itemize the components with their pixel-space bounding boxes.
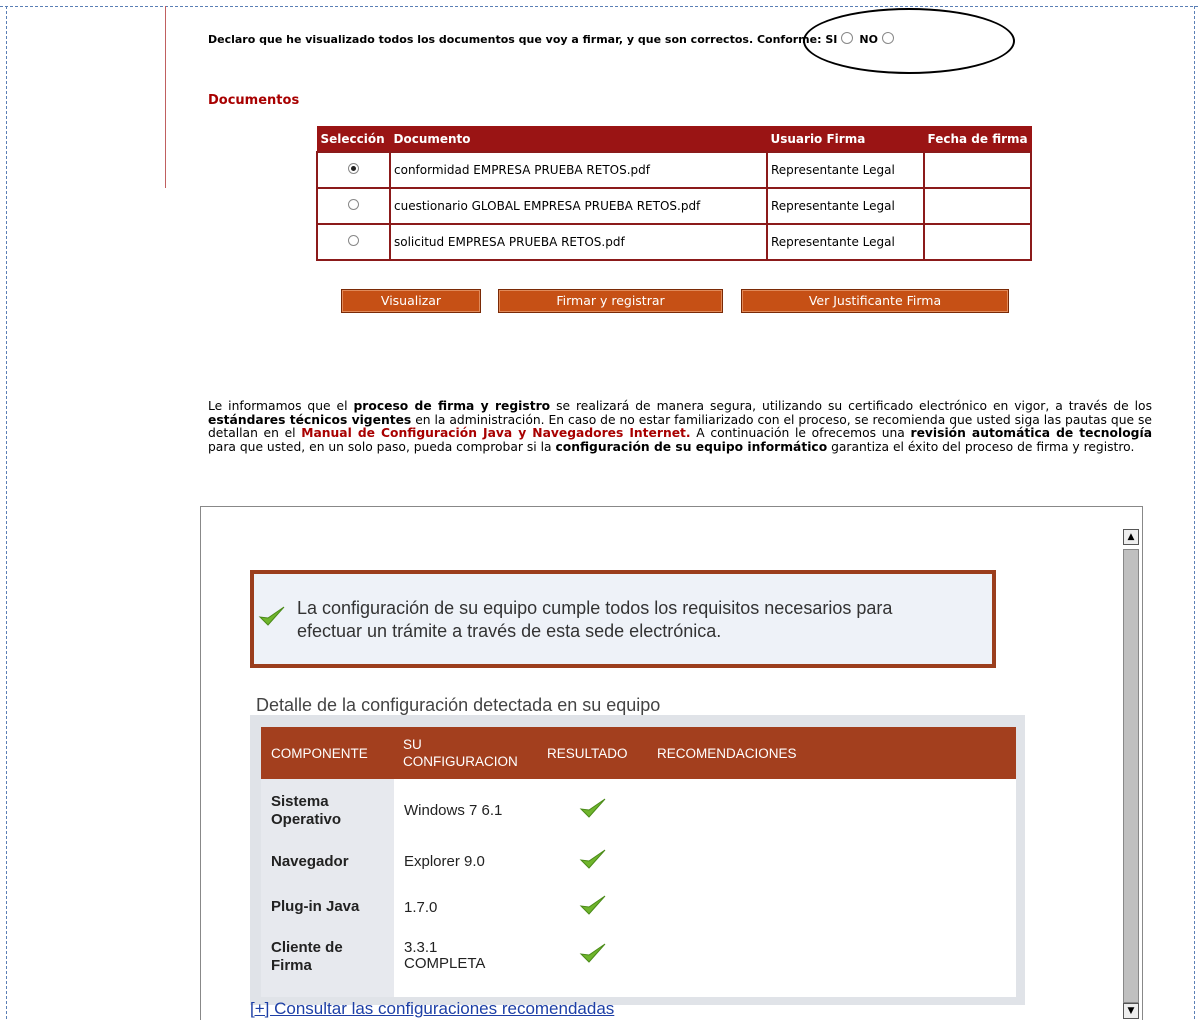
value-line: 3.3.1 [404,939,438,956]
scroll-down-button[interactable]: ▼ [1123,1003,1139,1019]
document-cell: conformidad EMPRESA PRUEBA RETOS.pdf [389,151,768,189]
success-box: La configuración de su equipo cumple tod… [250,570,996,668]
row-value-so: Windows 7 6.1 [404,802,503,819]
info-paragraph: Le informamos que el proceso de firma y … [208,399,1153,454]
col-recomendaciones: RECOMENDACIONES [657,746,797,761]
selection-radio[interactable] [348,199,359,210]
date-cell [922,151,1033,189]
table-row[interactable]: solicitud EMPRESA PRUEBA RETOS.pdf Repre… [316,223,1033,261]
user-cell: Representante Legal [766,223,925,261]
row-label-so: Sistema Operativo [271,793,341,829]
info-text: garantiza el éxito del proceso de firma … [827,439,1135,454]
label-line: Sistema [271,793,329,810]
info-text: se realizará de manera segura, utilizand… [550,399,1152,413]
col-config-line1: SU [403,737,422,752]
info-bold: configuración de su equipo informático [555,439,828,454]
user-cell: Representante Legal [766,187,925,225]
panel-scrollbar[interactable]: ▲ ▼ [1120,507,1142,1020]
table-header-row: Selección Documento Usuario Firma Fecha … [316,126,1032,153]
frame-right-border [1194,6,1195,1019]
date-cell [922,223,1033,261]
col-resultado: RESULTADO [547,746,628,761]
green-check-icon [579,798,606,818]
green-check-icon [258,606,285,626]
row-label-client: Cliente de Firma [271,939,343,975]
row-label-java: Plug-in Java [271,898,360,915]
info-bold: revisión automática de tecnología [910,426,1153,440]
firmar-registrar-button[interactable]: Firmar y registrar [498,289,723,313]
selection-radio[interactable] [348,235,359,246]
frame-top-border [0,6,1198,7]
success-line: La configuración de su equipo cumple tod… [297,598,893,618]
scroll-up-button[interactable]: ▲ [1123,529,1139,545]
info-bold: estándares técnicos vigentes [208,412,412,427]
date-cell [922,187,1033,225]
ver-justificante-button[interactable]: Ver Justificante Firma [741,289,1009,313]
table-row[interactable]: cuestionario GLOBAL EMPRESA PRUEBA RETOS… [316,187,1033,225]
divider-line [165,6,166,188]
declaration-text: Declaro que he visualizado todos los doc… [208,33,822,46]
selection-cell[interactable] [316,223,391,261]
highlight-ellipse [803,8,1015,74]
col-header: Fecha de firma [923,126,1032,153]
documents-table: Selección Documento Usuario Firma Fecha … [316,126,1033,261]
col-header: Usuario Firma [766,126,925,153]
visualizar-button[interactable]: Visualizar [341,289,481,313]
manual-link[interactable]: Manual de Configuración Java y Navegador… [301,426,690,440]
row-value-client: 3.3.1 COMPLETA [404,940,485,972]
col-componente: COMPONENTE [271,746,368,761]
consult-configs-link[interactable]: [+] Consultar las configuraciones recome… [250,999,614,1019]
green-check-icon [579,943,606,963]
green-check-icon [579,895,606,915]
label-line: Cliente de [271,939,343,956]
success-line: efectuar un trámite a través de esta sed… [297,621,722,641]
document-cell: cuestionario GLOBAL EMPRESA PRUEBA RETOS… [389,187,768,225]
label-line: Operativo [271,811,342,828]
value-line: COMPLETA [404,955,486,972]
info-text: A continuación le ofrecemos una [690,426,911,440]
config-table-header: COMPONENTE SU CONFIGURACION RESULTADO RE… [261,727,1016,779]
info-text: para que usted, en un solo paso, pueda c… [208,439,556,454]
success-message: La configuración de su equipo cumple tod… [297,597,892,643]
frame-left-border [6,6,7,1019]
col-header: Selección [316,126,391,153]
declaration-line: Declaro que he visualizado todos los doc… [208,32,900,46]
info-bold: proceso de firma y registro [353,399,551,413]
info-text: Le informamos que el [208,399,354,413]
scroll-thumb[interactable] [1123,549,1139,1003]
label-line: Firma [271,957,312,974]
green-check-icon [579,849,606,869]
table-row[interactable]: conformidad EMPRESA PRUEBA RETOS.pdf Rep… [316,151,1033,189]
document-cell: solicitud EMPRESA PRUEBA RETOS.pdf [389,223,768,261]
selection-radio[interactable] [348,163,359,174]
selection-cell[interactable] [316,187,391,225]
row-value-java: 1.7.0 [404,899,438,916]
tech-check-panel: La configuración de su equipo cumple tod… [200,506,1143,1020]
col-config-line2: CONFIGURACION [403,754,518,769]
user-cell: Representante Legal [766,151,925,189]
detail-title: Detalle de la configuración detectada en… [256,695,661,715]
row-value-browser: Explorer 9.0 [404,853,485,870]
selection-cell[interactable] [316,151,391,189]
documents-heading: Documentos [208,93,300,108]
row-label-browser: Navegador [271,853,349,870]
col-header: Documento [389,126,768,153]
